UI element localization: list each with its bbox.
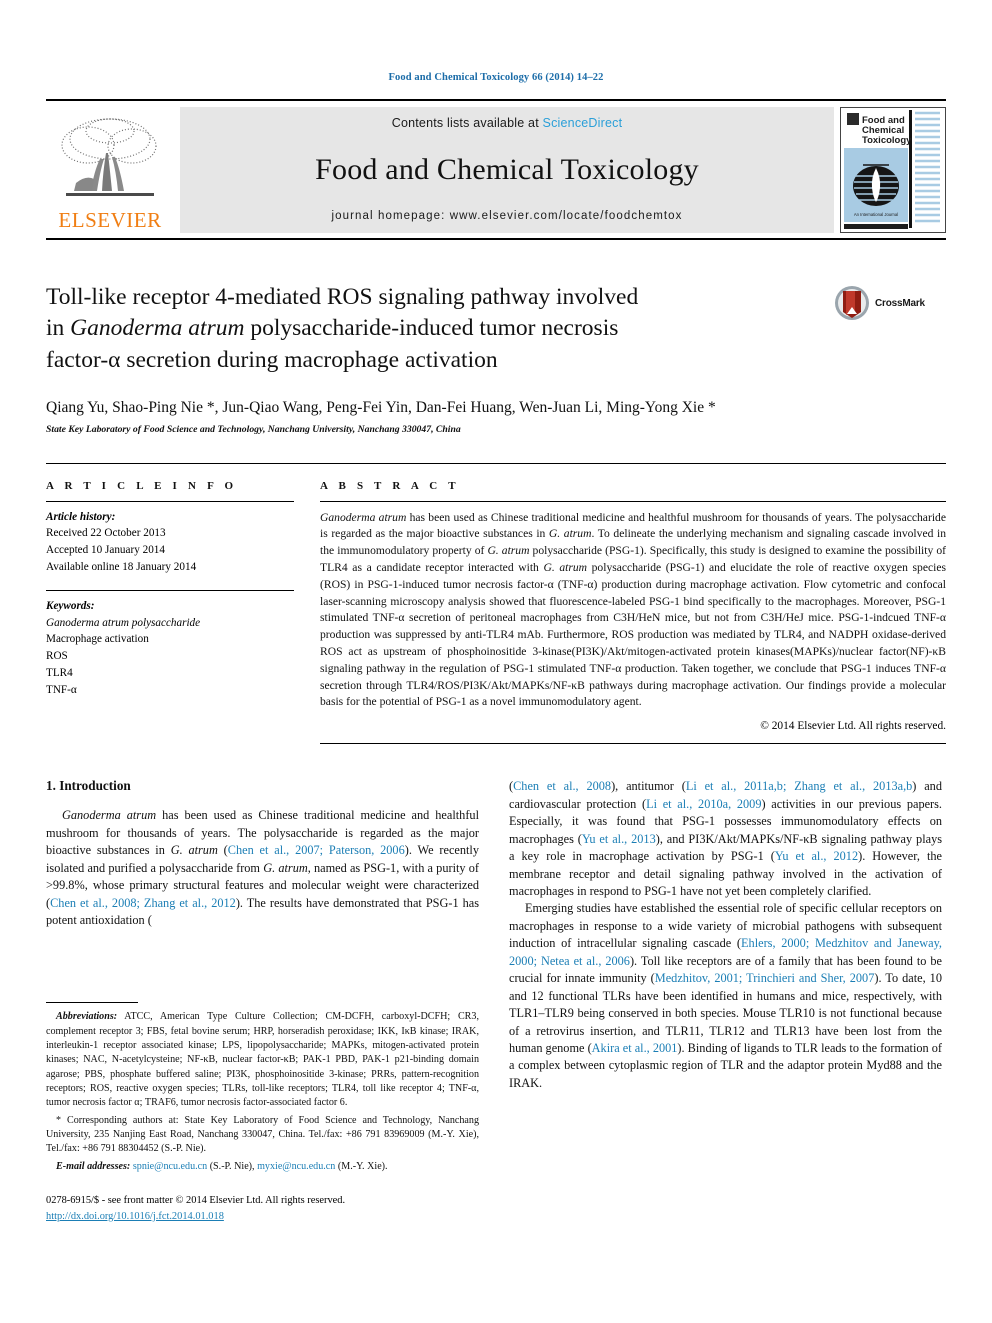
keyword-item: TLR4 [46, 667, 73, 680]
citation-link[interactable]: Yu et al., 2012 [775, 849, 858, 863]
abstract-species-3: G. atrum [487, 544, 530, 558]
journal-cover-thumbnail: Food and Chemical Toxicology An Internat… [840, 107, 946, 233]
citation-link[interactable]: Yu et al., 2013 [582, 832, 656, 846]
body-column-left: 1. Introduction Ganoderma atrum has been… [46, 778, 479, 1224]
elsevier-logo: ELSEVIER [46, 107, 174, 233]
footnote-emails: E-mail addresses: spnie@ncu.edu.cn (S.-P… [46, 1160, 479, 1174]
author-list: Qiang Yu, Shao-Ping Nie *, Jun-Qiao Wang… [46, 398, 716, 416]
journal-banner: Contents lists available at ScienceDirec… [180, 107, 834, 233]
intro-species-2: G. atrum [170, 843, 218, 858]
keywords-block: Keywords: Ganoderma atrum polysaccharide… [46, 591, 294, 699]
article-info-column: A R T I C L E I N F O Article history: R… [46, 480, 294, 745]
abbreviations-label: Abbreviations: [56, 1011, 118, 1023]
history-item: Available online 18 January 2014 [46, 561, 197, 574]
abstract-column: A B S T R A C T Ganoderma atrum has been… [320, 480, 946, 745]
article-title-line-2-pre: in [46, 315, 71, 342]
abstract-text: Ganoderma atrum has been used as Chinese… [320, 502, 946, 712]
history-item: Accepted 10 January 2014 [46, 544, 165, 557]
citation-link[interactable]: Akira et al., 2001 [592, 1041, 678, 1055]
abbreviations-text: ATCC, American Type Culture Collection; … [46, 1011, 479, 1109]
keyword-item: ROS [46, 650, 68, 663]
elsevier-tree-icon [61, 118, 157, 196]
citation-link[interactable]: Chen et al., 2008; Zhang et al., 2012 [50, 896, 236, 910]
intro-paragraph-2: Emerging studies have established the es… [509, 900, 942, 1092]
running-head: Food and Chemical Toxicology 66 (2014) 1… [388, 72, 604, 83]
footnote-divider [46, 1002, 138, 1004]
article-history-label: Article history: [46, 510, 116, 523]
abstract-species-2: G. atrum [548, 527, 592, 541]
intro-seg-2: ( [217, 843, 228, 858]
email-owner-2: (M.-Y. Xie). [335, 1160, 388, 1172]
history-item: Received 22 October 2013 [46, 527, 166, 540]
page-title: Toll-like receptor 4-mediated ROS signal… [46, 282, 806, 376]
journal-homepage-link[interactable]: journal homepage: www.elsevier.com/locat… [331, 210, 682, 222]
abstract-species-4: G. atrum [543, 561, 588, 575]
citation-link[interactable]: Chen et al., 2008 [513, 779, 611, 793]
svg-text:An International Journal: An International Journal [854, 212, 898, 217]
article-title-block: CrossMark Toll-like receptor 4-mediated … [46, 282, 946, 435]
keyword-item: Ganoderma atrum polysaccharide [46, 615, 294, 632]
email-link-nie[interactable]: spnie@ncu.edu.cn [133, 1161, 207, 1172]
intro-paragraph-1-cont: (Chen et al., 2008), antitumor (Li et al… [509, 778, 942, 900]
issn-block: 0278-6915/$ - see front matter © 2014 El… [46, 1193, 479, 1224]
intro-seg-7: ), antitumor ( [611, 779, 686, 794]
crossmark-icon [835, 286, 869, 320]
keyword-item: TNF-α [46, 683, 77, 696]
crossmark-label: CrossMark [875, 297, 925, 309]
crossmark-badge[interactable]: CrossMark [834, 282, 946, 324]
citation-link[interactable]: Li et al., 2010a, 2009 [646, 797, 761, 811]
article-title-line-1: Toll-like receptor 4-mediated ROS signal… [46, 284, 639, 310]
issn-line: 0278-6915/$ - see front matter © 2014 El… [46, 1195, 346, 1207]
body-columns: 1. Introduction Ganoderma atrum has been… [46, 778, 946, 1224]
section-heading-introduction: 1. Introduction [46, 778, 131, 794]
elsevier-wordmark: ELSEVIER [58, 208, 162, 232]
article-title-line-2-post: polysaccharide-induced tumor necrosis [244, 315, 619, 342]
article-info-heading: A R T I C L E I N F O [46, 479, 238, 492]
journal-article-page: Food and Chemical Toxicology 66 (2014) 1… [0, 0, 992, 1323]
contents-available-line: Contents lists available at ScienceDirec… [392, 116, 623, 130]
footnote-corresponding-author: * Corresponding authors at: State Key La… [46, 1114, 479, 1155]
citation-link[interactable]: Medzhitov, 2001; Trinchieri and Sher, 20… [655, 971, 875, 985]
footnote-area: Abbreviations: ATCC, American Type Cultu… [46, 1002, 479, 1224]
keyword-item: Macrophage activation [46, 633, 149, 646]
abstract-seg-4: polysaccharide (PSG-1) and elucidate the… [320, 561, 946, 709]
email-owner-1: (S.-P. Nie), [207, 1160, 258, 1172]
citation-link[interactable]: Li et al., 2011a,b; Zhang et al., 2013a,… [686, 779, 912, 793]
email-link-xie[interactable]: myxie@ncu.edu.cn [257, 1161, 335, 1172]
citation-link[interactable]: Chen et al., 2007; Paterson, 2006 [228, 843, 405, 857]
svg-text:Toxicology: Toxicology [862, 135, 912, 146]
abstract-species-1: Ganoderma atrum [320, 510, 407, 524]
footnote-abbreviations: Abbreviations: ATCC, American Type Cultu… [46, 1010, 479, 1110]
intro-paragraph-1: Ganoderma atrum has been used as Chinese… [46, 807, 479, 929]
email-label: E-mail addresses: [56, 1160, 131, 1172]
journal-title: Food and Chemical Toxicology [315, 153, 699, 186]
journal-masthead: ELSEVIER Contents lists available at Sci… [46, 99, 946, 240]
author-affiliation: State Key Laboratory of Food Science and… [46, 423, 461, 435]
abstract-copyright: © 2014 Elsevier Ltd. All rights reserved… [760, 720, 946, 733]
contents-prefix: Contents lists available at [391, 116, 543, 130]
abstract-rule-bottom [320, 743, 946, 745]
doi-link[interactable]: http://dx.doi.org/10.1016/j.fct.2014.01.… [46, 1211, 224, 1222]
journal-cover-image: Food and Chemical Toxicology An Internat… [841, 108, 943, 232]
intro-species-1: Ganoderma atrum [62, 808, 157, 823]
article-history-block: Article history: Received 22 October 201… [46, 502, 294, 576]
abstract-heading: A B S T R A C T [320, 479, 460, 492]
info-abstract-region: A R T I C L E I N F O Article history: R… [46, 462, 946, 745]
article-title-species: Ganoderma atrum [70, 315, 245, 342]
article-title-line-3: factor-α secretion during macrophage act… [46, 346, 498, 373]
keywords-label: Keywords: [46, 599, 95, 612]
body-column-right: (Chen et al., 2008), antitumor (Li et al… [509, 778, 942, 1224]
intro-species-3: G. atrum [263, 860, 308, 875]
keyword-item-0-text: Ganoderma atrum polysaccharide [46, 616, 201, 629]
sciencedirect-link[interactable]: ScienceDirect [543, 116, 623, 130]
